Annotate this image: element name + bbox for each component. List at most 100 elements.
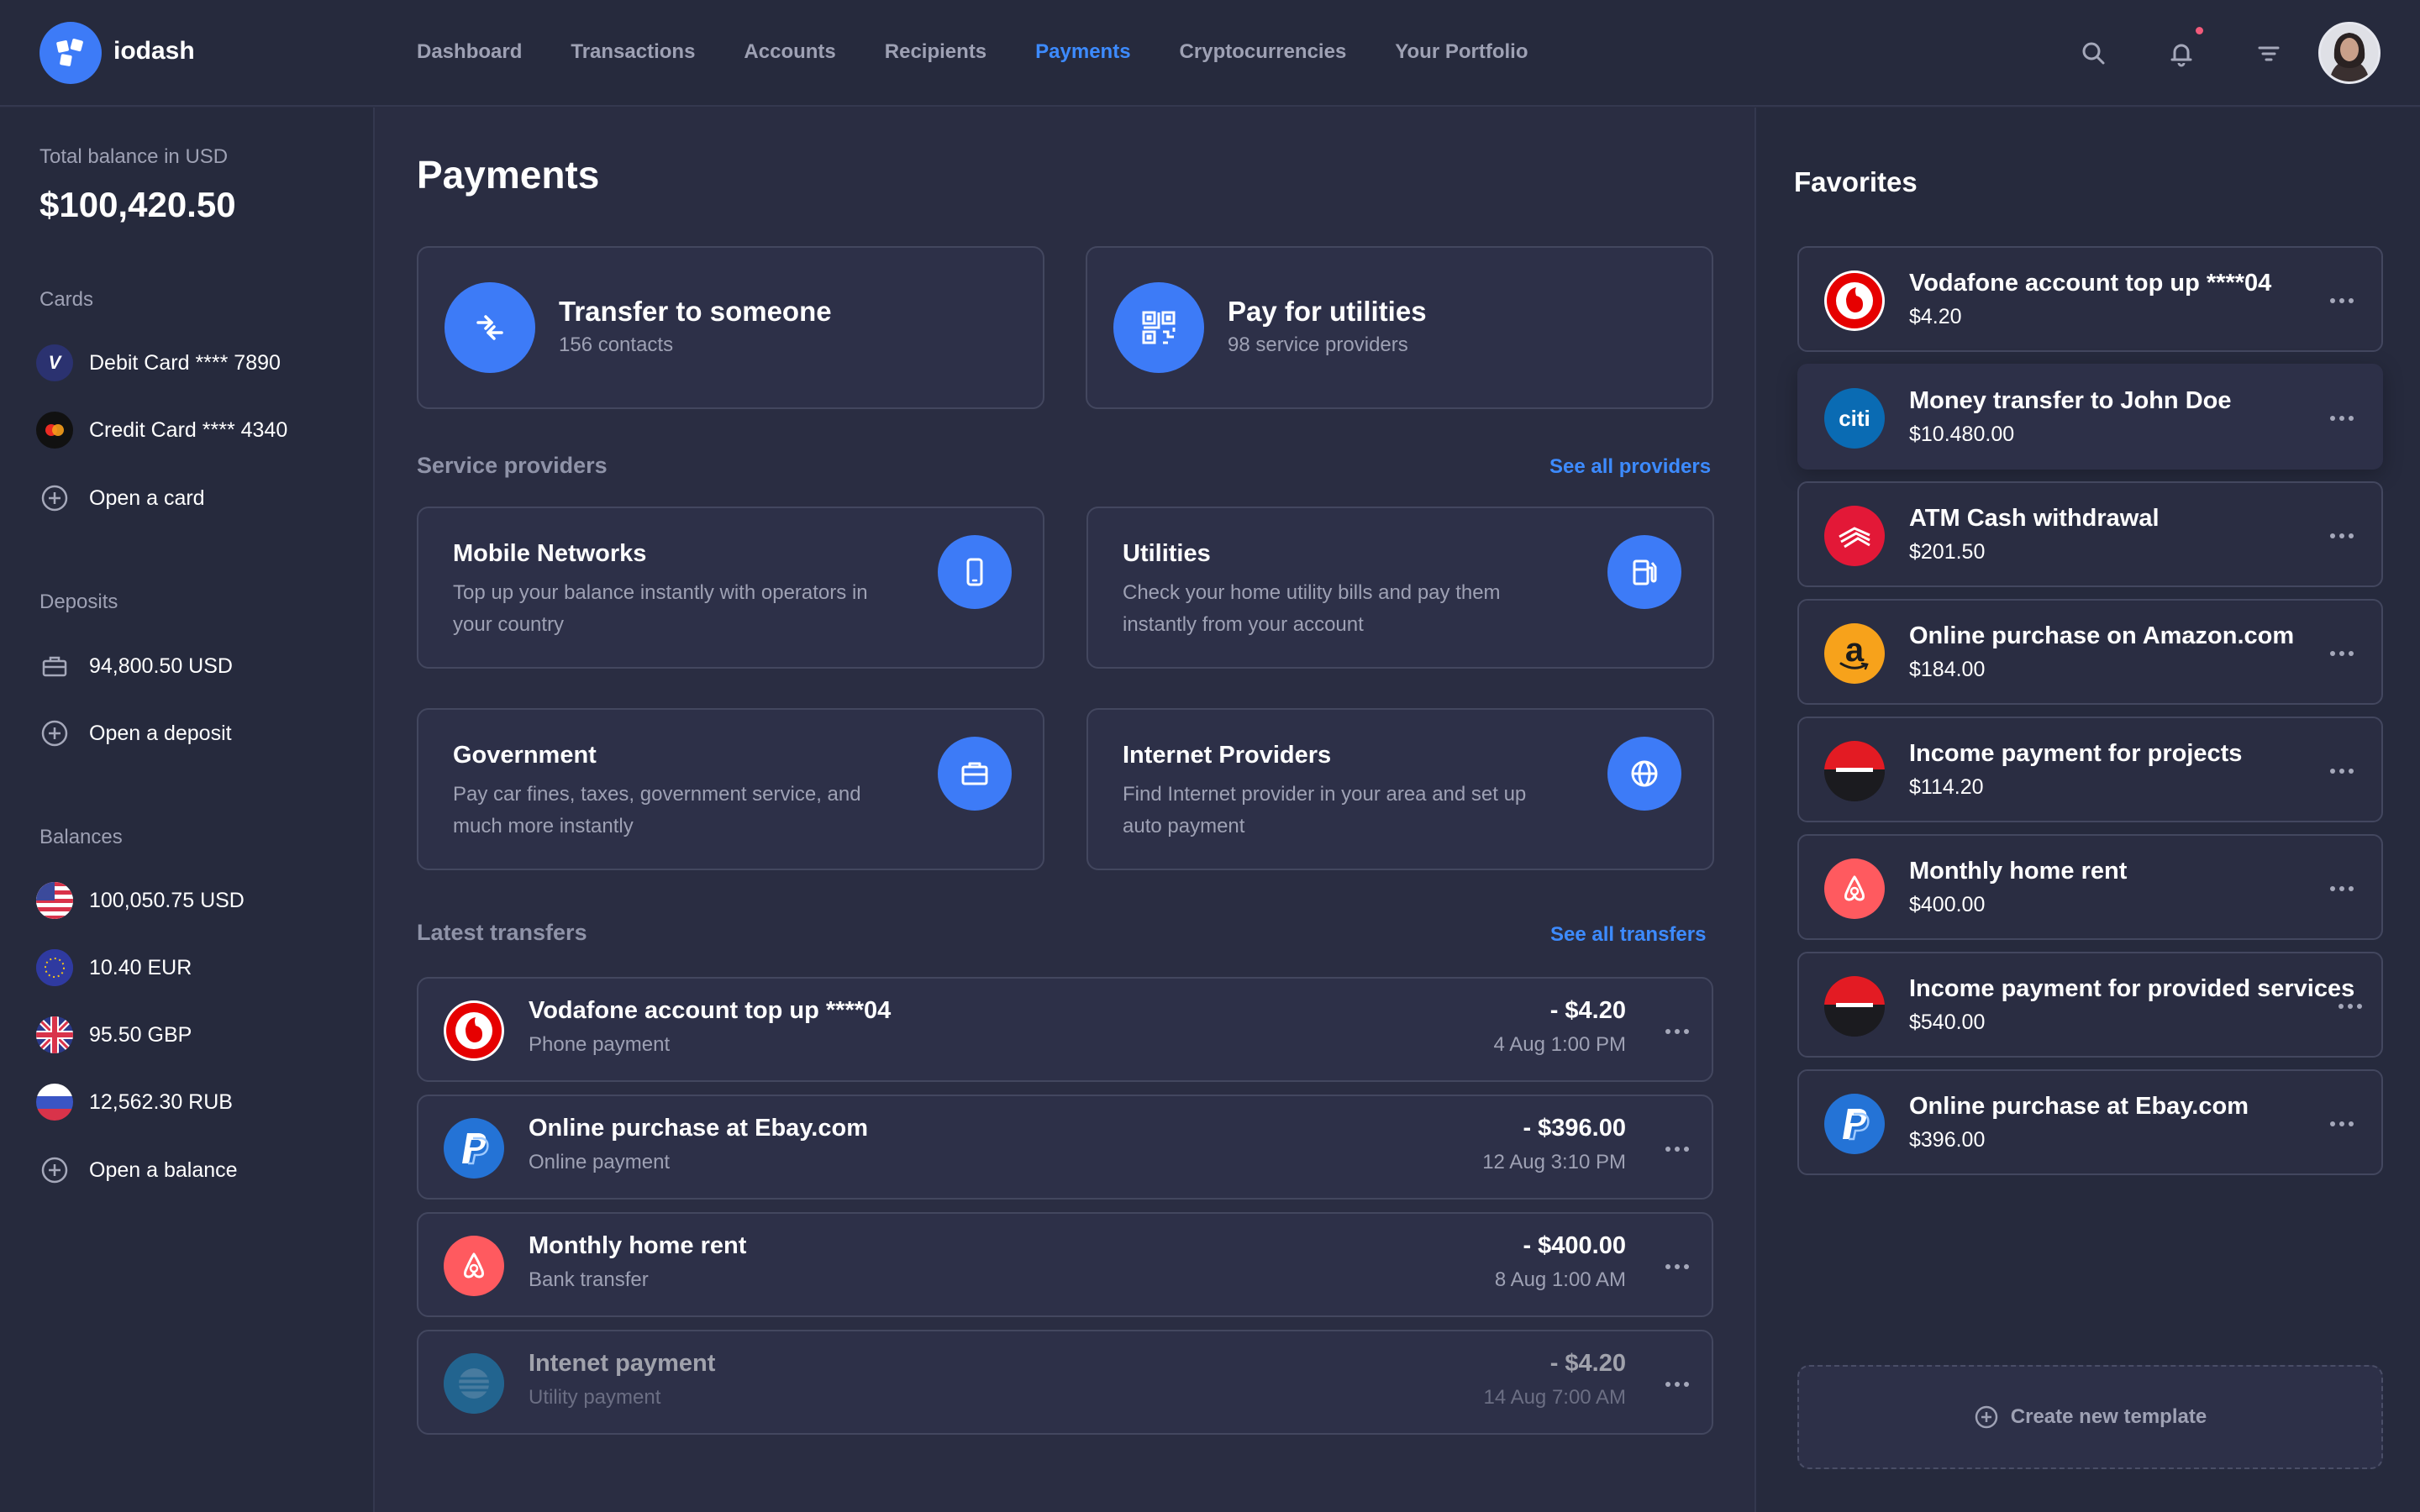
top-bar: iodash Dashboard Transactions Accounts R… [0, 0, 2420, 107]
open-card-button[interactable]: Open a card [36, 478, 205, 518]
see-all-providers-link[interactable]: See all providers [1549, 455, 1711, 479]
create-new-template-button[interactable]: Create new template [1797, 1365, 2383, 1469]
notification-dot [2196, 27, 2203, 34]
transfer-title: Monthly home rent [529, 1232, 747, 1259]
open-balance-button[interactable]: Open a balance [36, 1150, 238, 1190]
search-icon[interactable] [2079, 39, 2109, 69]
amazon-logo-icon: a [1824, 623, 1885, 684]
sidebar-balance-rub[interactable]: 12,562.30 RUB [36, 1082, 233, 1122]
bank-stripe-logo-icon [1824, 741, 1885, 801]
favorite-name: Money transfer to John Doe [1909, 387, 2232, 414]
transfer-title: Online purchase at Ebay.com [529, 1115, 868, 1142]
paypal-logo-icon [444, 1118, 504, 1179]
qr-code-icon [1113, 282, 1204, 373]
favorite-item[interactable]: Vodafone account top up ****04 $4.20 [1797, 246, 2383, 352]
bell-icon[interactable] [2166, 39, 2196, 69]
favorite-name: Income payment for provided services [1909, 975, 2355, 1002]
nav-accounts[interactable]: Accounts [744, 40, 835, 64]
vodafone-logo-icon [444, 1000, 504, 1061]
provider-title: Internet Providers [1123, 742, 1332, 769]
action-title: Transfer to someone [559, 296, 832, 327]
provider-card-mobile-networks[interactable]: Mobile Networks Top up your balance inst… [417, 507, 1044, 669]
total-balance-label: Total balance in USD [39, 145, 229, 168]
briefcase-icon [36, 648, 73, 685]
sidebar-deposit[interactable]: 94,800.50 USD [36, 646, 233, 686]
att-logo-icon [444, 1353, 504, 1414]
vodafone-logo-icon [1824, 270, 1885, 331]
nav-dashboard[interactable]: Dashboard [417, 40, 522, 64]
favorite-name: Monthly home rent [1909, 858, 2128, 885]
favorite-item[interactable]: a Online purchase on Amazon.com $184.00 [1797, 599, 2383, 705]
nav-your-portfolio[interactable]: Your Portfolio [1395, 40, 1528, 64]
transfer-date: 8 Aug 1:00 AM [1494, 1268, 1626, 1291]
card-label: Credit Card **** 4340 [89, 417, 288, 442]
favorite-item[interactable]: Income payment for projects $114.20 [1797, 717, 2383, 822]
transfer-subtitle: Utility payment [529, 1386, 661, 1409]
fuel-pump-icon [1607, 535, 1681, 609]
total-balance-value: $100,420.50 [39, 185, 236, 224]
bank-stripe-logo-icon [1824, 976, 1885, 1037]
app-logo-icon[interactable] [39, 22, 102, 84]
provider-card-internet-providers[interactable]: Internet Providers Find Internet provide… [1086, 708, 1714, 870]
nav-cryptocurrencies[interactable]: Cryptocurrencies [1180, 40, 1347, 64]
plus-circle-icon [1975, 1405, 1998, 1429]
action-title: Pay for utilities [1228, 296, 1427, 327]
cards-section-label: Cards [39, 288, 94, 311]
more-options-icon[interactable] [1665, 1380, 1691, 1389]
transfer-row[interactable]: Vodafone account top up ****04 Phone pay… [417, 977, 1713, 1082]
main-nav: Dashboard Transactions Accounts Recipien… [417, 40, 1577, 64]
sidebar-balance-eur[interactable]: 10.40 EUR [36, 948, 192, 988]
pay-for-utilities-card[interactable]: Pay for utilities 98 service providers [1086, 246, 1713, 409]
favorite-item[interactable]: ATM Cash withdrawal $201.50 [1797, 481, 2383, 587]
favorite-item[interactable]: Income payment for provided services $54… [1797, 952, 2383, 1058]
transfer-amount: - $4.20 [1549, 1350, 1626, 1377]
more-options-icon[interactable] [2330, 414, 2355, 423]
more-options-icon[interactable] [2330, 649, 2355, 658]
card-label: Debit Card **** 7890 [89, 350, 281, 375]
provider-card-government[interactable]: Government Pay car fines, taxes, governm… [417, 708, 1044, 870]
filter-icon[interactable] [2254, 39, 2284, 69]
user-avatar[interactable] [2318, 22, 2381, 84]
airbnb-logo-icon [1824, 858, 1885, 919]
favorite-amount: $114.20 [1909, 775, 1984, 799]
see-all-transfers-link[interactable]: See all transfers [1550, 923, 1706, 947]
more-options-icon[interactable] [1665, 1145, 1691, 1153]
open-deposit-button[interactable]: Open a deposit [36, 713, 232, 753]
provider-card-utilities[interactable]: Utilities Check your home utility bills … [1086, 507, 1714, 669]
service-providers-label: Service providers [417, 453, 608, 478]
more-options-icon[interactable] [2330, 532, 2355, 540]
more-options-icon[interactable] [1665, 1027, 1691, 1036]
more-options-icon[interactable] [1665, 1263, 1691, 1271]
transfer-subtitle: Online payment [529, 1151, 671, 1173]
sidebar-balance-gbp[interactable]: 95.50 GBP [36, 1015, 192, 1055]
more-options-icon[interactable] [2330, 885, 2355, 893]
transfer-row[interactable]: Intenet payment Utility payment - $4.20 … [417, 1330, 1713, 1435]
transfer-row[interactable]: Online purchase at Ebay.com Online payme… [417, 1095, 1713, 1200]
favorite-item[interactable]: Online purchase at Ebay.com $396.00 [1797, 1069, 2383, 1175]
favorite-item[interactable]: Monthly home rent $400.00 [1797, 834, 2383, 940]
more-options-icon[interactable] [2330, 1120, 2355, 1128]
transfer-title: Intenet payment [529, 1350, 716, 1377]
provider-title: Mobile Networks [453, 540, 647, 567]
mastercard-icon [36, 412, 73, 449]
transfer-row[interactable]: Monthly home rent Bank transfer - $400.0… [417, 1212, 1713, 1317]
page-title: Payments [417, 153, 600, 197]
nav-recipients[interactable]: Recipients [885, 40, 986, 64]
visa-icon: V [36, 344, 73, 381]
paypal-logo-icon [1824, 1094, 1885, 1154]
sidebar-card-credit[interactable]: Credit Card **** 4340 [36, 410, 287, 450]
sidebar-card-debit[interactable]: V Debit Card **** 7890 [36, 343, 281, 383]
favorites-panel: Favorites Vodafone account top up ****04… [1754, 108, 2420, 1512]
sidebar-balance-usd[interactable]: 100,050.75 USD [36, 880, 245, 921]
favorite-amount: $396.00 [1909, 1128, 1986, 1152]
nav-payments[interactable]: Payments [1035, 40, 1130, 64]
transfer-to-someone-card[interactable]: Transfer to someone 156 contacts [417, 246, 1044, 409]
plus-circle-icon [36, 1152, 73, 1189]
more-options-icon[interactable] [2338, 1002, 2364, 1011]
nav-transactions[interactable]: Transactions [571, 40, 695, 64]
favorite-amount: $540.00 [1909, 1011, 1986, 1034]
favorite-item[interactable]: citi Money transfer to John Doe $10.480.… [1797, 364, 2383, 470]
transfer-amount: - $400.00 [1523, 1232, 1626, 1259]
more-options-icon[interactable] [2330, 767, 2355, 775]
more-options-icon[interactable] [2330, 297, 2355, 305]
